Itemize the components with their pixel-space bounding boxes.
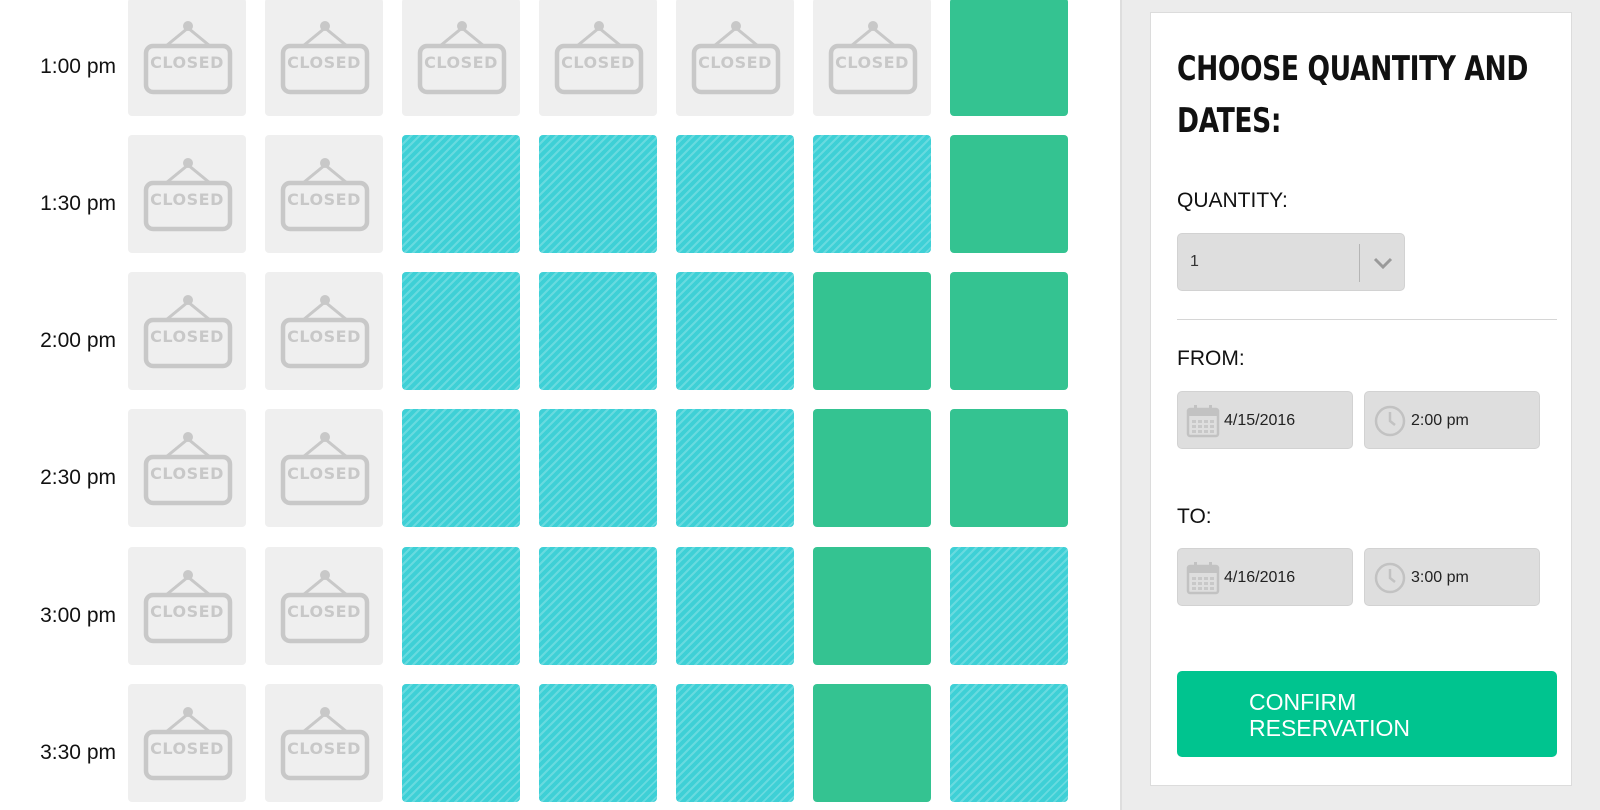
clock-icon [1374, 405, 1406, 437]
slot-closed: CLOSED [265, 0, 383, 116]
slot-closed: CLOSED [128, 684, 246, 802]
confirm-label-line-1: Confirm [1249, 689, 1357, 715]
slot-closed: CLOSED [402, 0, 520, 116]
heading-line-2: dates: [1177, 101, 1282, 141]
slot-available[interactable] [950, 272, 1068, 390]
time-label: 3:30 pm [40, 741, 116, 764]
reservation-card: Choose quantity and dates: QUANTITY: 1 F… [1150, 12, 1572, 786]
slot-closed: CLOSED [265, 409, 383, 527]
heading-line-1: Choose quantity and [1177, 49, 1528, 89]
quantity-select[interactable]: 1 [1177, 233, 1405, 291]
time-label: 2:30 pm [40, 466, 116, 489]
closed-sign-icon [554, 21, 644, 95]
closed-sign-icon [280, 21, 370, 95]
closed-sign-icon [280, 570, 370, 644]
closed-sign-icon [143, 707, 233, 781]
section-divider [1177, 319, 1557, 320]
slot-booked[interactable] [402, 547, 520, 665]
slot-booked[interactable] [539, 409, 657, 527]
confirm-button-label: Confirm Reservation [1249, 689, 1469, 741]
closed-sign-icon [280, 707, 370, 781]
closed-sign-icon [143, 158, 233, 232]
closed-sign-icon [143, 21, 233, 95]
closed-sign-icon [417, 21, 507, 95]
closed-sign-icon [280, 158, 370, 232]
slot-closed: CLOSED [265, 547, 383, 665]
slot-available[interactable] [813, 684, 931, 802]
slot-booked[interactable] [676, 409, 794, 527]
from-time-input[interactable]: 2:00 pm [1364, 391, 1540, 449]
quantity-value: 1 [1190, 253, 1199, 270]
slot-available[interactable] [813, 409, 931, 527]
to-time-input[interactable]: 3:00 pm [1364, 548, 1540, 606]
from-time-value: 2:00 pm [1411, 412, 1469, 429]
slot-booked[interactable] [950, 684, 1068, 802]
slot-booked[interactable] [539, 272, 657, 390]
calendar-icon [1186, 405, 1220, 438]
time-label: 1:30 pm [40, 192, 116, 215]
calendar-icon [1186, 562, 1220, 595]
slot-booked[interactable] [402, 272, 520, 390]
closed-sign-icon [143, 432, 233, 506]
slot-closed: CLOSED [128, 547, 246, 665]
slot-closed: CLOSED [128, 409, 246, 527]
from-date-input[interactable]: 4/15/2016 [1177, 391, 1353, 449]
time-label: 2:00 pm [40, 329, 116, 352]
time-label: 1:00 pm [40, 55, 116, 78]
slot-closed: CLOSED [128, 272, 246, 390]
slot-closed: CLOSED [265, 135, 383, 253]
closed-sign-icon [143, 570, 233, 644]
confirm-reservation-button[interactable]: Confirm Reservation [1177, 671, 1557, 757]
slot-booked[interactable] [402, 135, 520, 253]
slot-booked[interactable] [402, 684, 520, 802]
slot-closed: CLOSED [265, 684, 383, 802]
slot-available[interactable] [950, 409, 1068, 527]
slot-closed: CLOSED [539, 0, 657, 116]
slot-booked[interactable] [676, 135, 794, 253]
slot-booked[interactable] [813, 135, 931, 253]
clock-icon [1374, 562, 1406, 594]
slot-closed: CLOSED [676, 0, 794, 116]
slot-booked[interactable] [539, 547, 657, 665]
slot-booked[interactable] [539, 684, 657, 802]
closed-sign-icon [280, 295, 370, 369]
slot-closed: CLOSED [128, 135, 246, 253]
slot-booked[interactable] [402, 409, 520, 527]
from-date-value: 4/15/2016 [1224, 412, 1296, 429]
to-date-input[interactable]: 4/16/2016 [1177, 548, 1353, 606]
closed-sign-icon [280, 432, 370, 506]
slot-closed: CLOSED [128, 0, 246, 116]
closed-sign-icon [143, 295, 233, 369]
chevron-down-icon [1373, 257, 1393, 270]
confirm-label-line-2: Reservation [1249, 715, 1411, 741]
time-label: 3:00 pm [40, 604, 116, 627]
quantity-label: QUANTITY: [1177, 189, 1288, 212]
slot-available[interactable] [950, 135, 1068, 253]
slot-booked[interactable] [676, 272, 794, 390]
closed-sign-icon [828, 21, 918, 95]
slot-available[interactable] [813, 547, 931, 665]
from-label: FROM: [1177, 347, 1245, 370]
slot-booked[interactable] [539, 135, 657, 253]
slot-booked[interactable] [676, 547, 794, 665]
to-time-value: 3:00 pm [1411, 569, 1469, 586]
slot-closed: CLOSED [265, 272, 383, 390]
slot-booked[interactable] [950, 547, 1068, 665]
closed-sign-icon [691, 21, 781, 95]
slot-booked[interactable] [676, 684, 794, 802]
slot-closed: CLOSED [813, 0, 931, 116]
reservation-sidebar: Choose quantity and dates: QUANTITY: 1 F… [1120, 0, 1600, 810]
schedule-grid: 1:00 pm CLOSED CLOSED CLOSED CLOSED CLOSED CLO… [0, 0, 1120, 810]
slot-available[interactable] [813, 272, 931, 390]
to-label: TO: [1177, 505, 1212, 528]
select-divider [1359, 244, 1360, 282]
slot-available[interactable] [950, 0, 1068, 116]
to-date-value: 4/16/2016 [1224, 569, 1296, 586]
panel-heading: Choose quantity and dates: [1177, 43, 1551, 147]
